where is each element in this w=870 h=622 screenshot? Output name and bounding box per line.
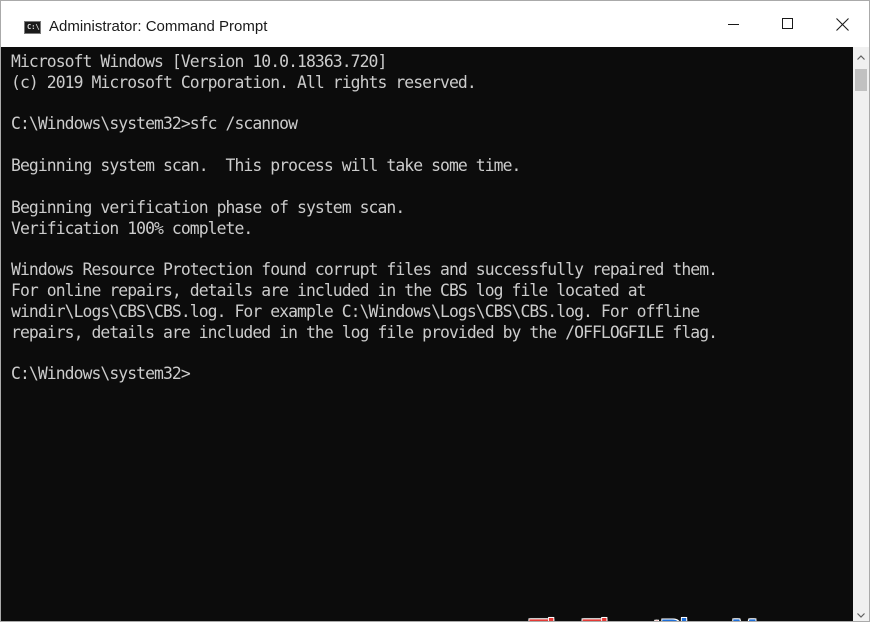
console-line: C:\Windows\system32>sfc /scannow (11, 114, 298, 133)
scrollbar-thumb[interactable] (855, 69, 867, 91)
console-line: windir\Logs\CBS\CBS.log. For example C:\… (11, 302, 700, 321)
console-output[interactable]: Microsoft Windows [Version 10.0.18363.72… (1, 47, 853, 622)
console-line: Microsoft Windows [Version 10.0.18363.72… (11, 52, 387, 71)
console-line: Windows Resource Protection found corrup… (11, 260, 718, 279)
console-line: Verification 100% complete. (11, 219, 253, 238)
cmd-icon-text: C:\ (27, 23, 40, 31)
cmd-icon[interactable]: C:\ (24, 21, 41, 34)
window-title: Administrator: Command Prompt (49, 18, 268, 35)
console-line: Beginning verification phase of system s… (11, 198, 405, 217)
maximize-icon (782, 18, 793, 29)
maximize-button[interactable] (761, 1, 815, 47)
title-bar[interactable]: C:\ Administrator: Command Prompt (1, 1, 869, 47)
watermark-part: .vn (798, 612, 841, 622)
console-line: (c) 2019 Microsoft Corporation. All righ… (11, 73, 477, 92)
minimize-button[interactable] (707, 1, 761, 47)
command-prompt-window: C:\ Administrator: Command Prompt Micros… (0, 0, 870, 622)
console-line: For online repairs, details are included… (11, 281, 647, 300)
close-button[interactable] (815, 1, 869, 47)
watermark-part: PhanMem (660, 612, 800, 622)
scroll-down-arrow-icon[interactable] (857, 613, 865, 618)
scroll-up-arrow-icon[interactable] (857, 55, 865, 60)
watermark: ThuThuatPhanMem.vn (529, 612, 841, 622)
console-line: Beginning system scan. This process will… (11, 156, 521, 175)
close-icon (835, 17, 849, 31)
console-line: repairs, details are included in the log… (11, 323, 718, 342)
console-prompt: C:\Windows\system32> (11, 364, 191, 383)
minimize-icon (728, 24, 739, 25)
watermark-part: ThuThuat (529, 612, 662, 622)
vertical-scrollbar[interactable] (853, 47, 869, 621)
